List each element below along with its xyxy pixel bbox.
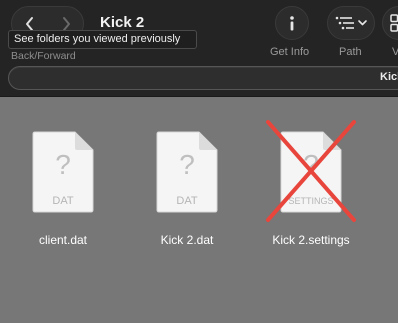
file-name[interactable]: Kick 2.settings	[256, 233, 366, 247]
svg-text:?: ?	[179, 149, 195, 180]
cross-mark-icon	[266, 120, 356, 222]
file-type-label: DAT	[176, 195, 197, 207]
toolbar: Kick 2 Back/Forward Get Info Path V Kic …	[0, 0, 398, 97]
view-label: V	[392, 46, 398, 58]
back-forward-caption: Back/Forward	[11, 50, 76, 62]
path-label: Path	[339, 46, 362, 58]
get-info-label: Get Info	[270, 46, 310, 58]
window-title: Kick 2	[100, 14, 145, 31]
unknown-document-icon: ? DAT	[31, 130, 95, 214]
svg-text:?: ?	[55, 149, 71, 180]
file-item[interactable]: ? SETTINGS Kick 2.settings	[256, 120, 366, 250]
file-name[interactable]: client.dat	[8, 233, 118, 247]
path-bar[interactable]	[8, 66, 398, 90]
unknown-document-icon: ? DAT	[155, 130, 219, 214]
path-item[interactable]: Path	[327, 6, 375, 58]
path-bar-text[interactable]: Kick	[380, 71, 398, 83]
back-forward-tooltip: See folders you viewed previously	[8, 30, 197, 49]
file-name[interactable]: Kick 2.dat	[132, 233, 242, 247]
get-info-button[interactable]	[275, 6, 309, 40]
view-button[interactable]	[382, 6, 398, 40]
file-item[interactable]: ? DAT Kick 2.dat	[132, 130, 242, 250]
file-type-label: DAT	[52, 195, 73, 207]
view-item[interactable]: V	[382, 6, 398, 58]
path-list-icon	[335, 16, 367, 30]
info-icon	[290, 16, 294, 31]
get-info-item[interactable]: Get Info	[270, 6, 309, 58]
path-button[interactable]	[327, 6, 375, 40]
icon-view-icon	[390, 14, 398, 32]
file-item[interactable]: ? DAT client.dat	[8, 130, 118, 250]
